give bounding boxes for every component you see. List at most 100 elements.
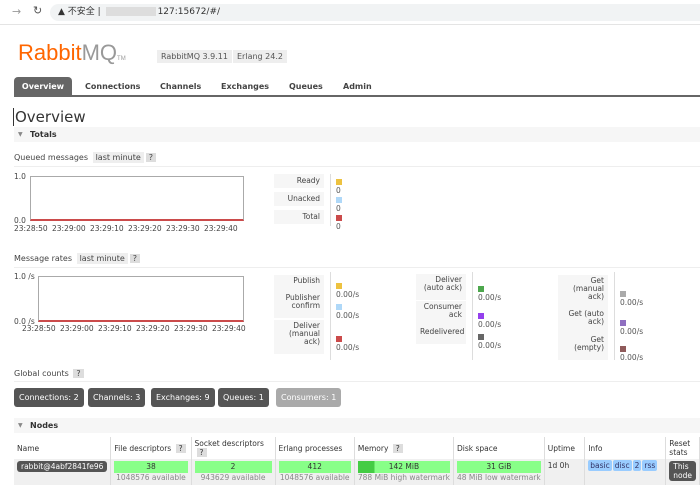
legend-value: 0 <box>336 213 346 231</box>
help-icon[interactable]: ? <box>175 443 186 453</box>
table-header: Name File descriptors ? Socket descripto… <box>14 437 700 459</box>
legend-swatch-icon <box>336 304 342 310</box>
col-reset-stats: Reset stats <box>665 437 700 459</box>
connections-count-button[interactable]: Connections: 2 <box>14 388 84 407</box>
sd-available: 943629 available <box>200 473 266 482</box>
x-tick: 23:29:10 <box>90 224 124 233</box>
rate-value: 0.00/s <box>336 281 359 299</box>
tab-overview[interactable]: Overview <box>14 77 72 97</box>
fd-bar: 38 <box>114 461 188 473</box>
node-name-link[interactable]: rabbit@4abf2841fe96 <box>17 461 108 472</box>
tab-connections[interactable]: Connections <box>78 77 147 97</box>
info-tag: disc <box>612 460 632 471</box>
y-tick: 1.0 <box>14 172 26 181</box>
legend-swatch-icon <box>620 320 626 326</box>
disk-watermark: 48 MiB low watermark <box>456 473 541 482</box>
tab-queues[interactable]: Queues <box>282 77 330 97</box>
queues-count-button[interactable]: Queues: 1 <box>218 388 269 407</box>
nodes-section-toggle[interactable]: Nodes <box>14 418 700 433</box>
main-tabs: Overview Connections Channels Exchanges … <box>14 77 700 97</box>
legend-value-text: 0 <box>336 222 341 231</box>
rate-value: 0.00/s <box>478 311 501 329</box>
totals-section-toggle[interactable]: Totals <box>14 127 700 142</box>
legend-swatch-icon <box>336 179 342 185</box>
col-name: Name <box>14 437 112 459</box>
memory-bar: 142 MiB <box>357 461 450 473</box>
legend-value: 0 <box>336 195 346 213</box>
rate-value-text: 0.00/s <box>478 293 502 302</box>
legend-label-total: Total <box>274 210 324 224</box>
col-memory: Memory ? <box>354 437 454 459</box>
message-rates-label: Message rates last minute? <box>14 253 141 264</box>
col-file-descriptors: File descriptors ? <box>110 437 192 459</box>
x-tick: 23:28:50 <box>22 324 56 333</box>
logo-text: Rabbit <box>18 40 82 65</box>
x-tick: 23:29:00 <box>52 224 86 233</box>
rate-label: Get (empty) <box>558 334 608 360</box>
forward-icon[interactable]: → <box>12 5 21 18</box>
queued-messages-label: Queued messages last minute? <box>14 152 157 163</box>
rate-value: 0.00/s <box>478 284 501 302</box>
x-tick: 23:29:30 <box>166 224 200 233</box>
tab-exchanges[interactable]: Exchanges <box>214 77 276 97</box>
fd-available: 1048576 available <box>116 473 186 482</box>
rate-value-text: 0.00/s <box>336 343 360 352</box>
rate-value-text: 0.00/s <box>336 290 360 299</box>
help-icon[interactable]: ? <box>392 443 403 453</box>
table-row: rabbit@4abf2841fe96 38 1048576 available … <box>14 459 700 485</box>
reset-node-stats-button[interactable]: This node <box>669 461 696 481</box>
range-selector[interactable]: last minute <box>92 152 144 163</box>
legend-swatch-icon <box>336 336 342 342</box>
security-label: 不安全 <box>67 7 95 17</box>
legend-value: 0 <box>336 177 346 195</box>
rate-value: 0.00/s <box>336 334 359 352</box>
tab-admin[interactable]: Admin <box>336 77 379 97</box>
legend-swatch-icon <box>620 346 626 352</box>
rates-divider <box>330 272 331 360</box>
browser-toolbar: → ↻ ▲ 不安全 | 127:15672/#/ <box>0 0 700 25</box>
channels-count-button[interactable]: Channels: 3 <box>88 388 146 407</box>
help-icon[interactable]: ? <box>73 369 84 378</box>
legend-label-unacked: Unacked <box>274 192 324 206</box>
x-tick: 23:29:30 <box>174 324 208 333</box>
version-badge: RabbitMQ 3.9.11 <box>157 50 232 63</box>
rate-value: 0.00/s <box>620 289 643 307</box>
ep-available: 1048576 available <box>279 473 350 482</box>
rate-value: 0.00/s <box>620 344 643 362</box>
help-icon[interactable]: ? <box>196 448 207 457</box>
info-tag: 2 <box>632 460 642 471</box>
erlang-badge: Erlang 24.2 <box>233 50 287 63</box>
rate-value-text: 0.00/s <box>336 311 360 320</box>
help-icon[interactable]: ? <box>129 254 141 263</box>
global-counts-label: Global counts ? <box>14 369 84 378</box>
legend-swatch-icon <box>336 283 342 289</box>
x-tick: 23:29:20 <box>136 324 170 333</box>
col-disk-space: Disk space <box>453 437 545 459</box>
help-icon[interactable]: ? <box>145 153 157 162</box>
range-selector[interactable]: last minute <box>76 253 128 264</box>
tab-channels[interactable]: Channels <box>153 77 208 97</box>
queued-label: Queued messages <box>14 153 89 162</box>
col-info: Info <box>584 437 667 459</box>
legend-swatch-icon <box>620 291 626 297</box>
rate-value: 0.00/s <box>336 302 359 320</box>
url-text: 127:15672/#/ <box>157 7 221 17</box>
address-bar[interactable]: ▲ 不安全 | 127:15672/#/ <box>50 4 700 21</box>
rate-label: Deliver (manual ack) <box>274 320 324 354</box>
exchanges-count-button[interactable]: Exchanges: 9 <box>151 388 215 407</box>
consumers-count-button[interactable]: Consumers: 1 <box>276 388 342 407</box>
col-erlang-processes: Erlang processes <box>275 437 355 459</box>
legend-swatch-icon <box>478 313 484 319</box>
info-tag: basic <box>588 460 612 471</box>
legend-swatch-icon <box>336 197 342 203</box>
x-tick: 23:29:40 <box>204 224 238 233</box>
rate-label: Get (manual ack) <box>558 275 608 309</box>
rate-label: Get (auto ack) <box>558 308 608 334</box>
legend-label-ready: Ready <box>274 174 324 188</box>
reload-icon[interactable]: ↻ <box>33 4 42 17</box>
rate-value: 0.00/s <box>620 318 643 336</box>
rate-label: Redelivered <box>416 326 466 344</box>
col-socket-descriptors: Socket descriptors ? <box>191 437 276 459</box>
global-label: Global counts <box>14 369 69 378</box>
rabbitmq-logo[interactable]: RabbitMQTM <box>18 40 126 66</box>
